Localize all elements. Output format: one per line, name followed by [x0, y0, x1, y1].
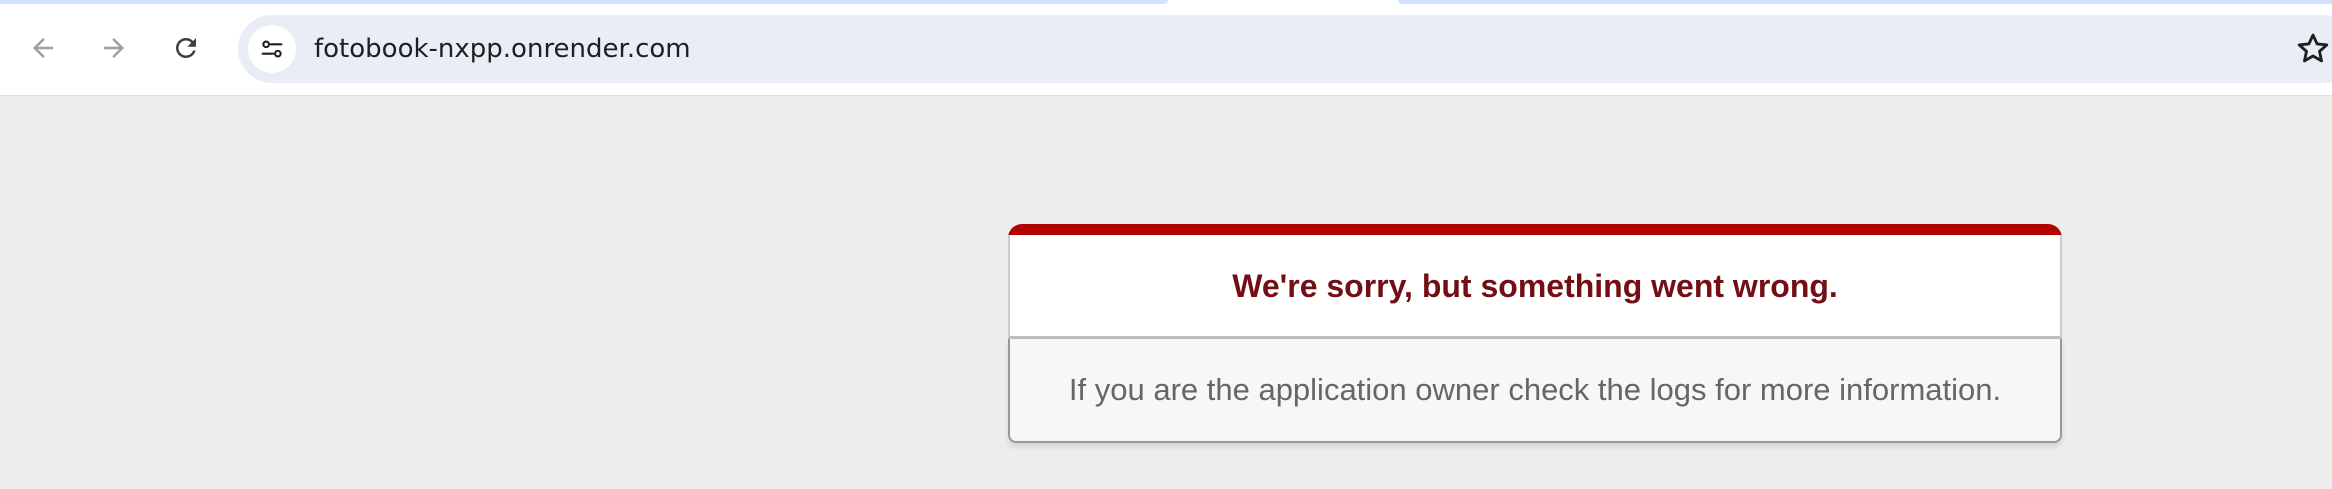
tab-strip-edge [0, 0, 1168, 4]
error-dialog: We're sorry, but something went wrong. I… [1008, 224, 2062, 443]
arrow-right-icon [104, 38, 124, 58]
browser-toolbar: fotobook-nxpp.onrender.com [0, 0, 2332, 96]
tab-strip-edge [1398, 0, 2332, 4]
error-header: We're sorry, but something went wrong. [1008, 235, 2062, 339]
error-body: If you are the application owner check t… [1008, 339, 2062, 443]
error-title: We're sorry, but something went wrong. [1232, 267, 1838, 304]
reload-button[interactable] [160, 22, 212, 74]
arrow-left-icon [33, 38, 53, 58]
tune-icon [261, 40, 283, 58]
reload-icon [176, 38, 196, 58]
site-info-button[interactable] [248, 25, 296, 73]
forward-button[interactable] [88, 22, 140, 74]
back-button[interactable] [17, 22, 69, 74]
bookmark-button[interactable] [2294, 30, 2332, 68]
address-bar[interactable]: fotobook-nxpp.onrender.com [238, 15, 2332, 83]
url-text[interactable]: fotobook-nxpp.onrender.com [314, 15, 691, 83]
star-outline-icon [2297, 33, 2329, 63]
error-message: If you are the application owner check t… [1068, 372, 2002, 407]
